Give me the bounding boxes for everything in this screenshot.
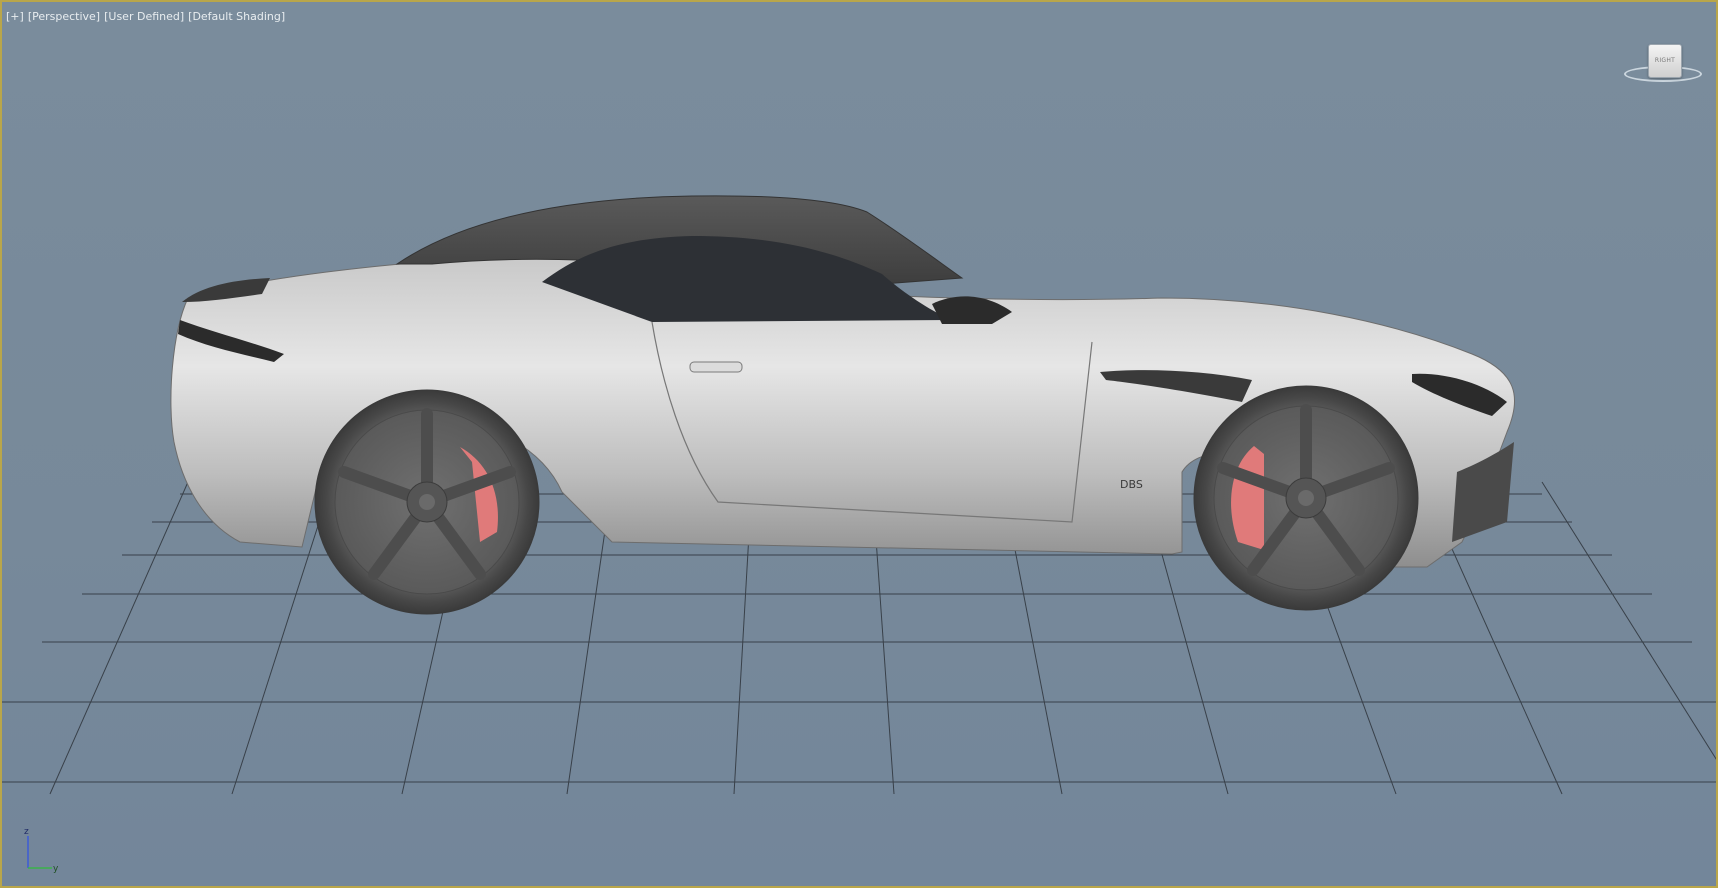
model-badge: DBS bbox=[1120, 478, 1143, 491]
axis-tripod-icon: z y bbox=[24, 827, 59, 874]
viewport-shading-menu[interactable]: [Default Shading] bbox=[188, 10, 285, 23]
viewcube-face-right[interactable]: RIGHT bbox=[1648, 44, 1682, 78]
axis-y-label: y bbox=[53, 864, 59, 874]
scene-canvas[interactable]: DBS bbox=[2, 2, 1718, 888]
viewport-label-bar: [+] [Perspective] [User Defined] [Defaul… bbox=[6, 8, 285, 24]
viewcube-icon[interactable]: RIGHT bbox=[1620, 36, 1706, 92]
rear-wheel[interactable] bbox=[314, 389, 540, 615]
door-handle bbox=[689, 361, 743, 373]
front-wheel[interactable] bbox=[1193, 385, 1419, 611]
viewport-standard-menu[interactable]: [User Defined] bbox=[104, 10, 184, 23]
axis-z-label: z bbox=[24, 827, 29, 837]
viewport-perspective[interactable]: DBS [+] [Perspective] [User Defined] [De… bbox=[0, 0, 1718, 888]
viewport-menu-plus[interactable]: [+] bbox=[6, 10, 24, 23]
viewport-point-of-view[interactable]: [Perspective] bbox=[28, 10, 100, 23]
